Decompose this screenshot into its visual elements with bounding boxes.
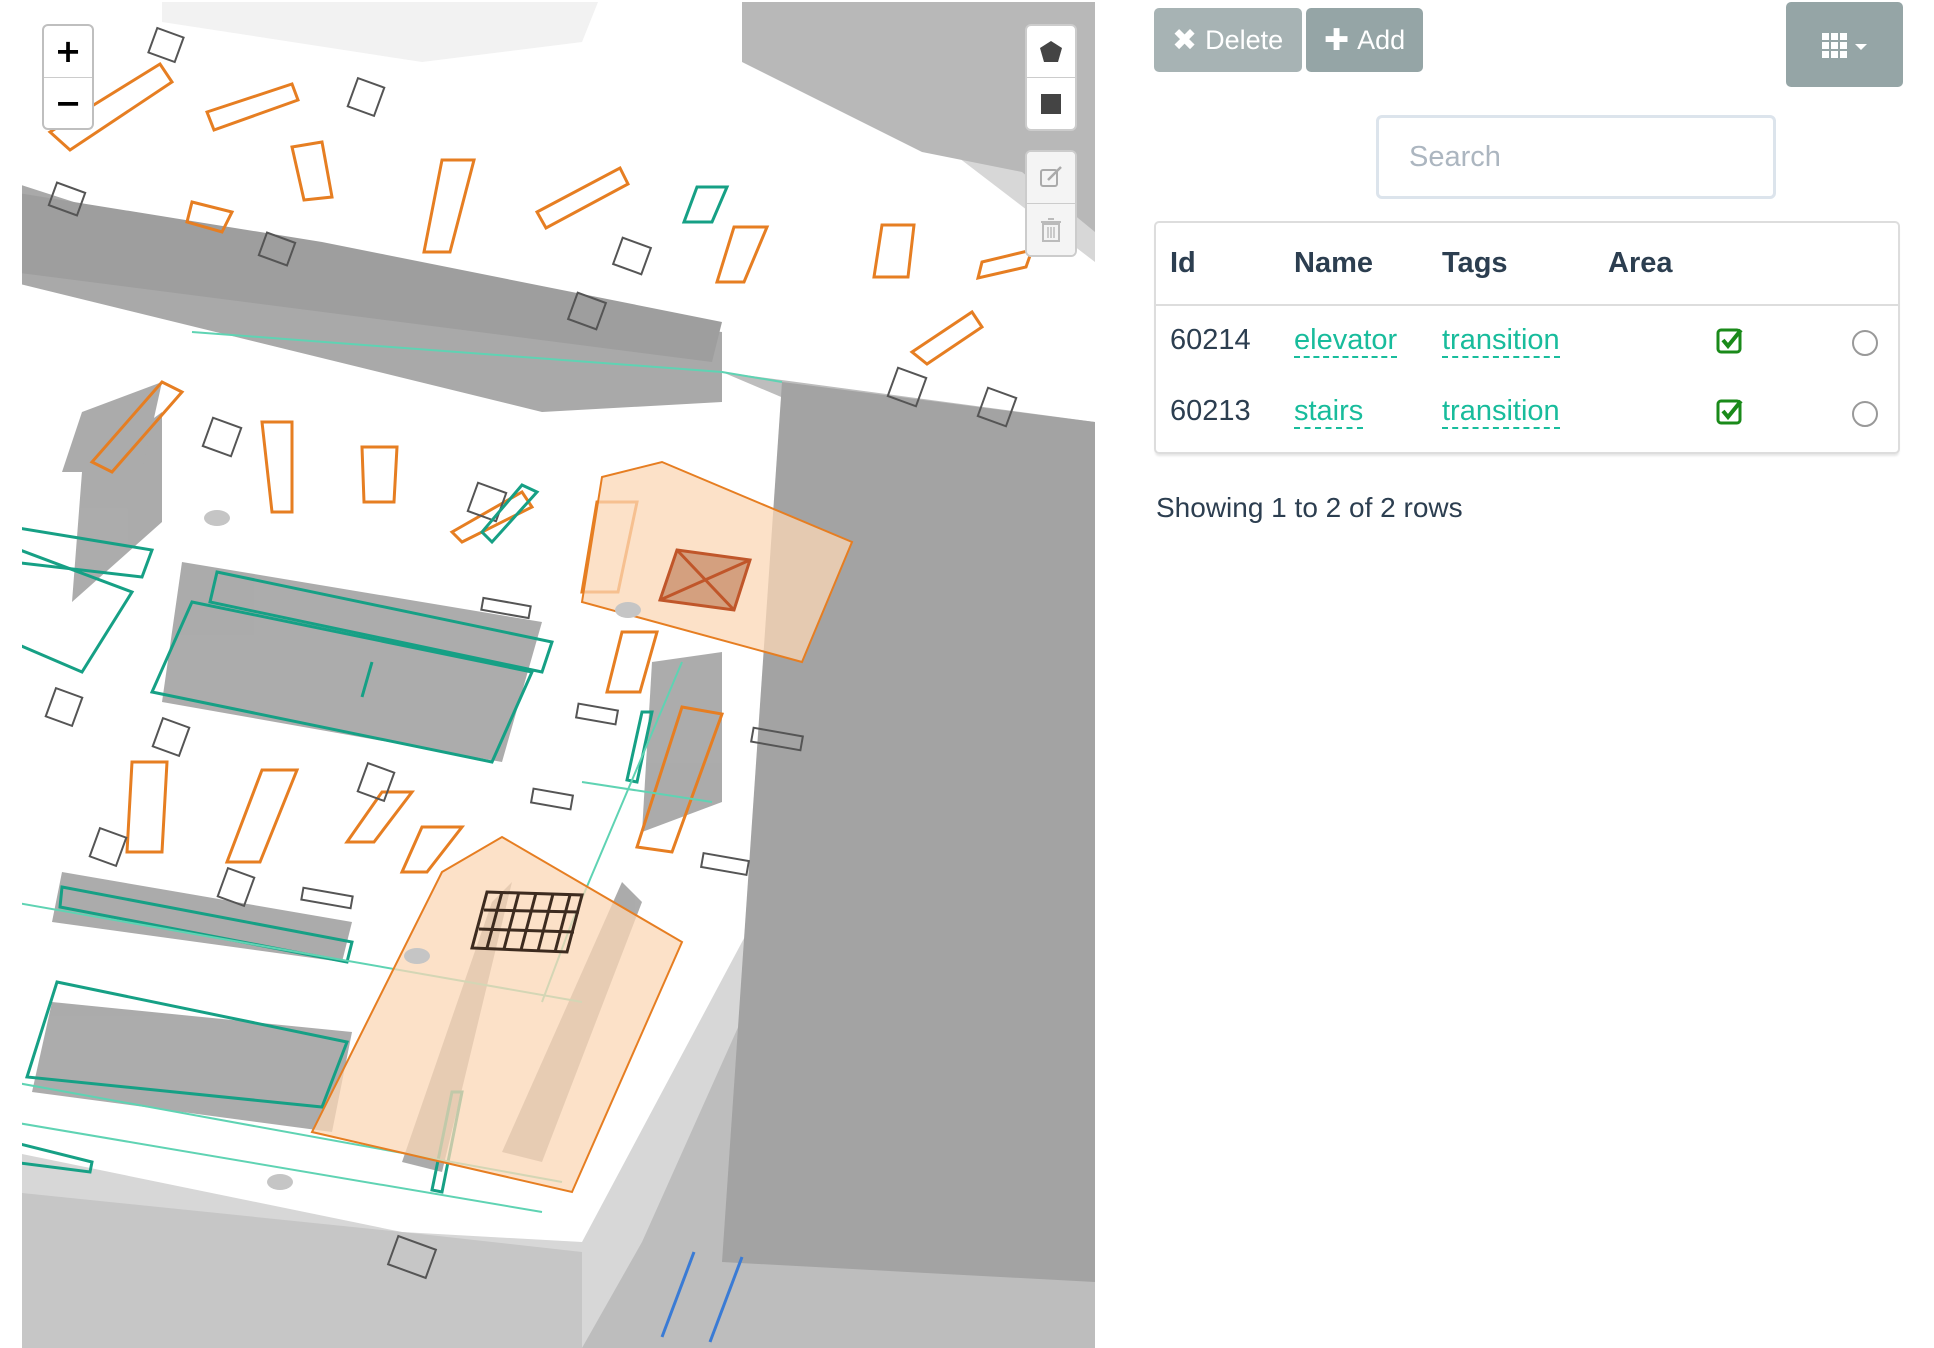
pagination-info: Showing 1 to 2 of 2 rows: [1156, 492, 1463, 523]
floorplan-map[interactable]: + −: [22, 2, 1095, 1348]
add-button[interactable]: ✚ Add: [1306, 8, 1423, 72]
close-icon: ✖: [1172, 22, 1198, 58]
column-header-id[interactable]: Id: [1170, 247, 1196, 280]
rectangle-icon: [1041, 93, 1061, 114]
edit-toolbar: [1025, 150, 1077, 257]
cell-tags-link[interactable]: transition: [1442, 395, 1560, 429]
edit-layers-button[interactable]: [1027, 152, 1075, 204]
table-row[interactable]: 60213 stairs transition: [1156, 375, 1898, 449]
delete-layers-icon: [1041, 217, 1061, 242]
features-table: Id Name Tags Area 60214 elevator transit…: [1154, 221, 1900, 454]
add-label: Add: [1357, 24, 1406, 55]
search-input[interactable]: [1376, 115, 1776, 199]
delete-button[interactable]: ✖ Delete: [1154, 8, 1302, 72]
draw-toolbar: [1025, 24, 1077, 131]
grid-icon: [1821, 32, 1867, 58]
cell-id: 60214: [1170, 324, 1251, 356]
delete-layers-button[interactable]: [1027, 204, 1075, 255]
row-select-radio[interactable]: [1852, 401, 1878, 427]
column-header-name[interactable]: Name: [1294, 247, 1373, 280]
features-panel: ✖ Delete ✚ Add Id Name Tags Area 60214 e…: [1154, 0, 1934, 1348]
cell-name-link[interactable]: elevator: [1294, 324, 1398, 358]
table-header: Id Name Tags Area: [1156, 223, 1898, 306]
edit-layers-icon: [1040, 165, 1062, 187]
cell-name-link[interactable]: stairs: [1294, 395, 1364, 429]
cell-id: 60213: [1170, 395, 1251, 427]
checkbox-checked-icon: [1716, 328, 1743, 354]
draw-rectangle-button[interactable]: [1027, 78, 1075, 129]
row-select-radio[interactable]: [1852, 330, 1878, 356]
plus-icon: ✚: [1324, 22, 1350, 58]
checkbox-checked-icon: [1716, 399, 1743, 425]
column-header-tags[interactable]: Tags: [1442, 247, 1508, 280]
table-row[interactable]: 60214 elevator transition: [1156, 304, 1898, 378]
polygon-icon: [1040, 40, 1062, 62]
delete-label: Delete: [1205, 24, 1284, 55]
cell-tags-link[interactable]: transition: [1442, 324, 1560, 358]
floorplan-layer: [22, 2, 1095, 1348]
zoom-in-button[interactable]: +: [44, 26, 92, 78]
zoom-control: + −: [42, 24, 94, 130]
column-header-area[interactable]: Area: [1608, 247, 1673, 280]
draw-polygon-button[interactable]: [1027, 26, 1075, 78]
columns-toggle-button[interactable]: [1786, 2, 1903, 87]
zoom-out-button[interactable]: −: [44, 78, 92, 128]
